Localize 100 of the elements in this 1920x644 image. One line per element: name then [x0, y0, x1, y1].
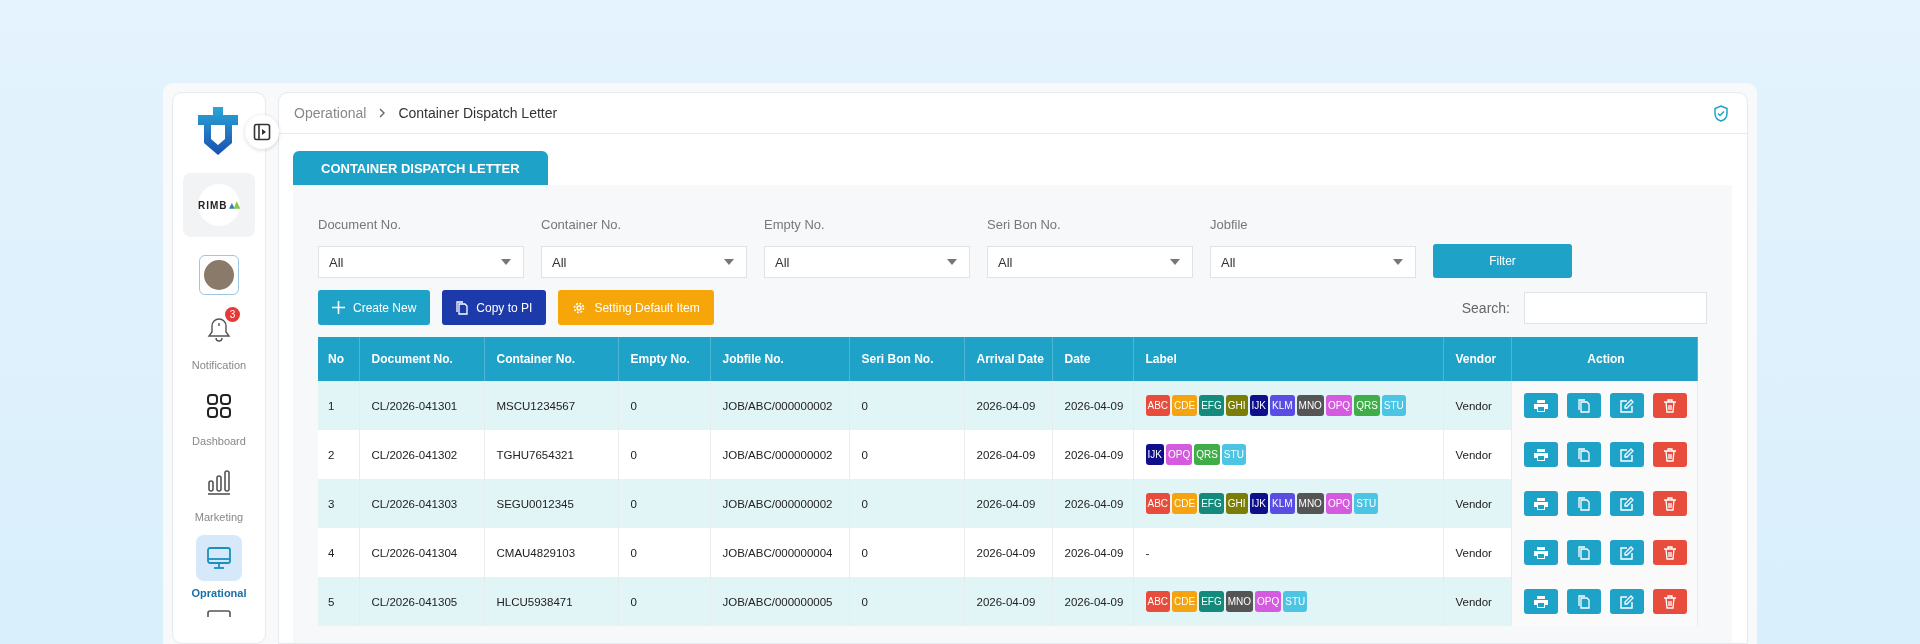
table-cell: 2026-04-09 [1052, 577, 1133, 626]
column-header: Date [1052, 337, 1133, 381]
label-tag: IJK [1249, 395, 1268, 416]
column-header: No [318, 337, 359, 381]
label-tag: CDE [1172, 591, 1198, 612]
breadcrumb-link[interactable]: Operational [294, 105, 367, 121]
filter-label: Empty No. [764, 217, 826, 232]
table-cell: SEGU0012345 [484, 479, 618, 528]
table-cell: Vendor [1443, 528, 1511, 577]
label-tag: STU [1381, 395, 1406, 416]
table-cell: 1 [318, 381, 359, 430]
table-cell: JOB/ABC/000000002 [710, 479, 849, 528]
table-cell: 0 [618, 479, 710, 528]
table-cell: TGHU7654321 [484, 430, 618, 479]
table-cell: CL/2026-041305 [359, 577, 484, 626]
table-cell: 3 [318, 479, 359, 528]
table-cell: 2026-04-09 [1052, 381, 1133, 430]
label-tag: EFG [1199, 493, 1224, 514]
create-new-button[interactable]: Create New [318, 290, 431, 325]
filter-dropdown[interactable]: All [318, 246, 524, 278]
table-cell: JOB/ABC/000000002 [710, 430, 849, 479]
table-cell: JOB/ABC/000000004 [710, 528, 849, 577]
table-cell: CL/2026-041303 [359, 479, 484, 528]
label-tag: CDE [1172, 493, 1198, 514]
sidebar-item[interactable]: 3 Notification [191, 307, 247, 371]
label-tag: KLM [1270, 493, 1295, 514]
table-cell: 0 [618, 577, 710, 626]
filter-dropdown[interactable]: All [541, 246, 747, 278]
label-tag: ABC [1145, 395, 1171, 416]
table-cell: 2026-04-09 [964, 430, 1052, 479]
label-tag: OPQ [1255, 591, 1282, 612]
table-cell: CL/2026-041304 [359, 528, 484, 577]
table-cell: 2 [318, 430, 359, 479]
company-logo-text: RIMB [198, 199, 228, 211]
label-tag: MNO [1225, 591, 1254, 612]
table-cell: 0 [849, 381, 964, 430]
filter-dropdown[interactable]: All [1210, 246, 1416, 278]
table-cell: MSCU1234567 [484, 381, 618, 430]
label-tag: OPQ [1325, 493, 1353, 514]
column-header: Document No. [359, 337, 484, 381]
table-cell: 2026-04-09 [964, 528, 1052, 577]
table-cell: CMAU4829103 [484, 528, 618, 577]
table-cell: 0 [618, 528, 710, 577]
filter-label: Jobfile [1210, 217, 1249, 232]
filter-label: Document No. [318, 217, 403, 232]
label-tag: OPQ [1165, 444, 1193, 465]
sidebar-item[interactable]: Marketing [194, 459, 244, 523]
table-cell: Vendor [1443, 577, 1511, 626]
filter-label: Container No. [541, 217, 623, 232]
table-cell: 0 [618, 430, 710, 479]
filter-dropdown[interactable]: All [764, 246, 970, 278]
label-tag: IJK [1145, 444, 1164, 465]
table-cell: JOB/ABC/000000002 [710, 381, 849, 430]
notification-badge: 3 [225, 307, 240, 322]
table-cell: 0 [849, 430, 964, 479]
label-tag: ABC [1145, 591, 1171, 612]
column-header: Action [1511, 337, 1697, 381]
label-tag: STU [1221, 444, 1246, 465]
column-header: Container No. [484, 337, 618, 381]
column-header: Vendor [1443, 337, 1511, 381]
breadcrumb-current: Container Dispatch Letter [398, 105, 558, 121]
label-tag: EFG [1199, 591, 1224, 612]
column-header: Empty No. [618, 337, 710, 381]
label-tag: OPQ [1325, 395, 1353, 416]
label-tag: CDE [1172, 395, 1198, 416]
label-tag: IJK [1249, 493, 1268, 514]
filter-dropdown[interactable]: All [987, 246, 1193, 278]
column-header: Jobfile No. [710, 337, 849, 381]
table-cell: 2026-04-09 [964, 479, 1052, 528]
table-cell: 4 [318, 528, 359, 577]
label-tag: QRS [1194, 444, 1220, 465]
table-cell: 2026-04-09 [1052, 479, 1133, 528]
table-cell: 0 [618, 381, 710, 430]
page-tab[interactable]: CONTAINER DISPATCH LETTER [293, 151, 548, 185]
table-cell: 0 [849, 479, 964, 528]
sidebar-item[interactable]: Dashboard [192, 383, 246, 447]
label-tag: STU [1354, 493, 1379, 514]
label-tag: GHI [1225, 395, 1248, 416]
label-tag: MNO [1296, 395, 1324, 416]
table-cell: 2026-04-09 [964, 381, 1052, 430]
table-cell: 0 [849, 528, 964, 577]
search-label: Search: [1461, 299, 1510, 316]
copy-button[interactable]: Copy to PI [442, 290, 547, 325]
table-cell: CL/2026-041301 [359, 381, 484, 430]
label-tag: EFG [1199, 395, 1224, 416]
table-cell: 0 [849, 577, 964, 626]
column-header: Arrival Date [964, 337, 1052, 381]
table-cell: 2026-04-09 [1052, 430, 1133, 479]
column-header: Label [1133, 337, 1443, 381]
table-cell: CL/2026-041302 [359, 430, 484, 479]
table-cell: 5 [318, 577, 359, 626]
filter-label: Seri Bon No. [987, 217, 1062, 232]
label-tag: STU [1283, 591, 1308, 612]
label-tag: QRS [1354, 395, 1380, 416]
table-cell: - [1145, 546, 1150, 559]
label-tag: MNO [1296, 493, 1324, 514]
label-tag: KLM [1270, 395, 1295, 416]
table-cell: Vendor [1443, 381, 1511, 430]
filter-button[interactable]: Filter [1433, 244, 1572, 278]
table-cell: 2026-04-09 [964, 577, 1052, 626]
